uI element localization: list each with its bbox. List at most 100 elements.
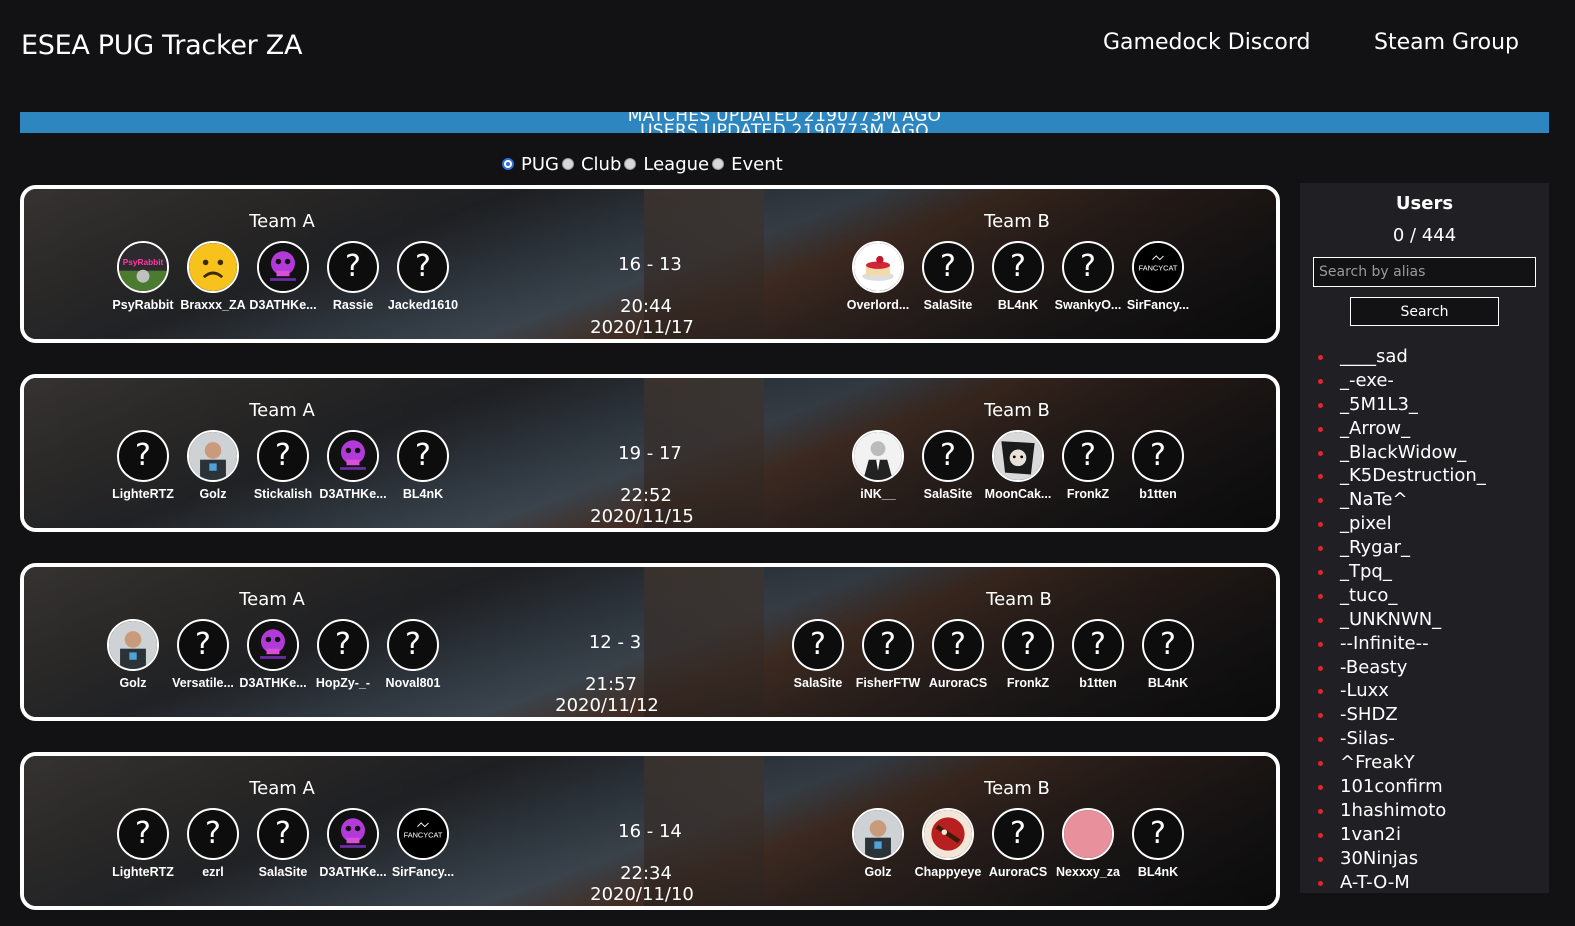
player-team_b[interactable]: ? SalaSite [783, 619, 853, 690]
player-name[interactable]: D3ATHKe... [247, 298, 319, 312]
player-name[interactable]: BL4nK [387, 487, 459, 501]
player-team_b[interactable]: ? SalaSite [913, 241, 983, 312]
player-avatar[interactable] [852, 241, 904, 293]
player-name[interactable]: SalaSite [912, 298, 984, 312]
unknown-avatar-icon[interactable]: ? [257, 430, 309, 482]
player-avatar[interactable]: FANCYCAT [1132, 241, 1184, 293]
user-alias[interactable]: _Arrow_ [1340, 418, 1410, 439]
player-name[interactable]: AuroraCS [922, 676, 994, 690]
user-list-item[interactable]: _pixel [1318, 513, 1486, 537]
player-name[interactable]: Nexxxy_za [1052, 865, 1124, 879]
search-button[interactable]: Search [1350, 297, 1499, 326]
unknown-avatar-icon[interactable]: ? [1072, 619, 1124, 671]
player-avatar[interactable] [107, 619, 159, 671]
user-alias[interactable]: --Infinite-- [1340, 633, 1429, 654]
player-name[interactable]: Rassie [317, 298, 389, 312]
user-list-item[interactable]: -SHDZ [1318, 704, 1486, 728]
user-list-item[interactable]: -Silas- [1318, 728, 1486, 752]
user-alias[interactable]: _5M1L3_ [1340, 394, 1418, 415]
player-name[interactable]: SalaSite [782, 676, 854, 690]
user-alias[interactable]: 1van2i [1340, 824, 1401, 845]
player-team_b[interactable]: FANCYCAT SirFancy... [1123, 241, 1193, 312]
radio-club[interactable] [561, 158, 574, 170]
user-alias[interactable]: _UNKNWN_ [1340, 609, 1441, 630]
player-team_a[interactable]: D3ATHKe... [238, 619, 308, 690]
player-name[interactable]: SirFancy... [1122, 298, 1194, 312]
player-team_a[interactable]: ? BL4nK [388, 430, 458, 501]
player-name[interactable]: D3ATHKe... [317, 865, 389, 879]
user-alias[interactable]: _Tpq_ [1340, 561, 1392, 582]
user-list-item[interactable]: -Beasty [1318, 657, 1486, 681]
player-avatar[interactable] [187, 241, 239, 293]
player-name[interactable]: FisherFTW [852, 676, 924, 690]
player-name[interactable]: D3ATHKe... [317, 487, 389, 501]
player-name[interactable]: PsyRabbit [107, 298, 179, 312]
user-alias[interactable]: 30Ninjas [1340, 848, 1418, 869]
user-alias[interactable]: -Silas- [1340, 728, 1395, 749]
user-list-item[interactable]: _Arrow_ [1318, 418, 1486, 442]
player-avatar[interactable] [992, 430, 1044, 482]
unknown-avatar-icon[interactable]: ? [792, 619, 844, 671]
player-avatar[interactable] [247, 619, 299, 671]
radio-league[interactable] [624, 158, 637, 170]
player-team_b[interactable]: ? b1tten [1063, 619, 1133, 690]
user-list-item[interactable]: 101confirm [1318, 776, 1486, 800]
player-team_a[interactable]: ? Noval801 [378, 619, 448, 690]
user-alias[interactable]: _NaTe^ [1340, 489, 1408, 510]
unknown-avatar-icon[interactable]: ? [327, 241, 379, 293]
player-name[interactable]: MoonCak... [982, 487, 1054, 501]
player-team_a[interactable]: ? HopZy-_- [308, 619, 378, 690]
player-team_b[interactable]: Overlord... [843, 241, 913, 312]
user-alias[interactable]: _BlackWidow_ [1340, 442, 1466, 463]
radio-event[interactable] [712, 158, 725, 170]
player-name[interactable]: LighteRTZ [107, 487, 179, 501]
player-team_a[interactable]: ? LighteRTZ [108, 430, 178, 501]
user-list-item[interactable]: _NaTe^ [1318, 489, 1486, 513]
unknown-avatar-icon[interactable]: ? [992, 808, 1044, 860]
player-avatar[interactable]: FANCYCAT [397, 808, 449, 860]
player-avatar[interactable] [257, 241, 309, 293]
player-avatar[interactable] [852, 430, 904, 482]
unknown-avatar-icon[interactable]: ? [117, 430, 169, 482]
user-list-item[interactable]: 1hashimoto [1318, 800, 1486, 824]
unknown-avatar-icon[interactable]: ? [1142, 619, 1194, 671]
user-list-item[interactable]: _BlackWidow_ [1318, 442, 1486, 466]
player-name[interactable]: Versatile... [167, 676, 239, 690]
site-title[interactable]: ESEA PUG Tracker ZA [21, 30, 302, 61]
player-team_a[interactable]: ? Versatile... [168, 619, 238, 690]
filter-label-pug[interactable]: PUG [521, 154, 559, 175]
player-team_a[interactable]: ? Stickalish [248, 430, 318, 501]
unknown-avatar-icon[interactable]: ? [1062, 241, 1114, 293]
nav-link-gamedock-discord[interactable]: Gamedock Discord [1103, 30, 1310, 55]
player-team_b[interactable]: Chappyeye [913, 808, 983, 879]
player-team_a[interactable]: D3ATHKe... [248, 241, 318, 312]
unknown-avatar-icon[interactable]: ? [187, 808, 239, 860]
user-list-item[interactable]: -Luxx [1318, 680, 1486, 704]
player-team_a[interactable]: ? Rassie [318, 241, 388, 312]
unknown-avatar-icon[interactable]: ? [1132, 808, 1184, 860]
unknown-avatar-icon[interactable]: ? [397, 430, 449, 482]
player-name[interactable]: SwankyO... [1052, 298, 1124, 312]
unknown-avatar-icon[interactable]: ? [1002, 619, 1054, 671]
player-team_b[interactable]: ? BL4nK [983, 241, 1053, 312]
user-alias[interactable]: -SHDZ [1340, 704, 1398, 725]
player-name[interactable]: BL4nK [982, 298, 1054, 312]
player-name[interactable]: AuroraCS [982, 865, 1054, 879]
player-name[interactable]: b1tten [1062, 676, 1134, 690]
player-avatar[interactable] [1062, 808, 1114, 860]
user-list-item[interactable]: _UNKNWN_ [1318, 609, 1486, 633]
unknown-avatar-icon[interactable]: ? [922, 241, 974, 293]
player-team_a[interactable]: FANCYCAT SirFancy... [388, 808, 458, 879]
player-team_b[interactable]: MoonCak... [983, 430, 1053, 501]
user-alias[interactable]: _Rygar_ [1340, 537, 1410, 558]
user-alias[interactable]: _-exe- [1340, 370, 1394, 391]
user-list-item[interactable]: A-T-O-M [1318, 872, 1486, 896]
unknown-avatar-icon[interactable]: ? [317, 619, 369, 671]
user-list-item[interactable]: 1van2i [1318, 824, 1486, 848]
player-name[interactable]: BL4nK [1132, 676, 1204, 690]
user-alias[interactable]: ____sad [1340, 346, 1408, 367]
player-team_b[interactable]: Nexxxy_za [1053, 808, 1123, 879]
user-alias[interactable]: _tuco_ [1340, 585, 1397, 606]
user-alias[interactable]: _K5Destruction_ [1340, 465, 1486, 486]
player-name[interactable]: ezrl [177, 865, 249, 879]
